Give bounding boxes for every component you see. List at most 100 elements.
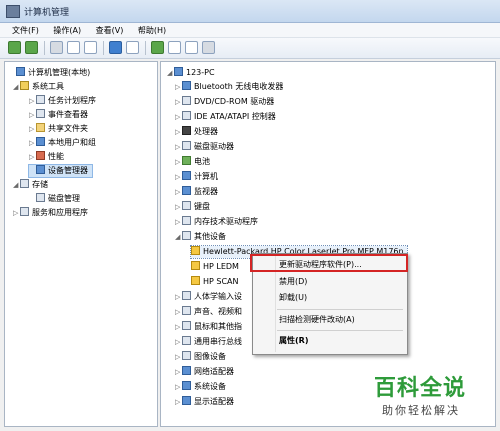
show-hide-tree-icon[interactable] <box>67 41 80 54</box>
device-category-other[interactable]: ◢ 其他设备 <box>175 231 226 243</box>
forward-arrow-icon[interactable] <box>25 41 38 54</box>
expander[interactable]: ▷ <box>29 123 36 135</box>
expander[interactable]: ▷ <box>29 109 36 121</box>
scan-hardware-icon[interactable] <box>151 41 164 54</box>
back-arrow-icon[interactable] <box>8 41 21 54</box>
expander[interactable]: ◢ <box>167 67 174 79</box>
menu-action[interactable]: 操作(A) <box>53 25 81 36</box>
computer-management-window: 计算机管理 文件(F) 操作(A) 查看(V) 帮助(H) 计算机管理(本地) … <box>0 0 500 431</box>
device-category[interactable]: ▷ IDE ATA/ATAPI 控制器 <box>175 111 276 123</box>
update-driver-icon[interactable] <box>168 41 181 54</box>
menu-view[interactable]: 查看(V) <box>96 25 124 36</box>
expander[interactable]: ▷ <box>175 111 182 123</box>
expander[interactable]: ▷ <box>175 321 182 333</box>
tree-item-label: 设备管理器 <box>48 166 88 175</box>
device-category[interactable]: ▷ 通用串行总线 <box>175 336 242 348</box>
system-device-icon <box>182 381 191 390</box>
device-label: 系统设备 <box>194 382 226 391</box>
menu-scan-hardware[interactable]: 扫描检测硬件改动(A) <box>253 313 407 327</box>
device-label: Bluetooth 无线电收发器 <box>194 82 284 91</box>
expander[interactable]: ▷ <box>29 151 36 163</box>
menu-disable[interactable]: 禁用(D) <box>253 275 407 289</box>
tree-item-device-manager[interactable]: 设备管理器 <box>28 164 93 178</box>
expander[interactable]: ▷ <box>175 396 182 408</box>
menu-uninstall[interactable]: 卸载(U) <box>253 291 407 305</box>
tree-item-label: 性能 <box>48 152 64 161</box>
expander[interactable]: ◢ <box>13 81 20 93</box>
computer-icon <box>16 67 25 76</box>
tree-item-storage[interactable]: ◢ 存储 <box>13 179 48 191</box>
expander[interactable]: ▷ <box>175 291 182 303</box>
device-category[interactable]: ▷ 显示适配器 <box>175 396 234 408</box>
tree-item-disk-management[interactable]: 磁盘管理 <box>29 193 80 205</box>
ide-icon <box>182 111 191 120</box>
expander[interactable]: ▷ <box>13 207 20 219</box>
device-category[interactable]: ▷ 鼠标和其他指 <box>175 321 242 333</box>
tree-item-label: 服务和应用程序 <box>32 208 88 217</box>
properties-icon[interactable] <box>84 41 97 54</box>
tree-item-system-tools[interactable]: ◢ 系统工具 <box>13 81 64 93</box>
expander[interactable]: ▷ <box>175 351 182 363</box>
expander[interactable]: ▷ <box>29 95 36 107</box>
device-label: 鼠标和其他指 <box>194 322 242 331</box>
menu-help[interactable]: 帮助(H) <box>138 25 166 36</box>
tree-item-performance[interactable]: ▷ 性能 <box>29 151 64 163</box>
tree-item-label: 系统工具 <box>32 82 64 91</box>
expander[interactable]: ▷ <box>175 171 182 183</box>
expander[interactable]: ▷ <box>175 216 182 228</box>
tree-item-task-scheduler[interactable]: ▷ 任务计划程序 <box>29 95 96 107</box>
computer-icon <box>182 171 191 180</box>
device-category[interactable]: ▷ 网络适配器 <box>175 366 234 378</box>
hid-icon <box>182 291 191 300</box>
expander[interactable]: ▷ <box>175 381 182 393</box>
title-bar[interactable]: 计算机管理 <box>0 0 500 23</box>
menu-bar: 文件(F) 操作(A) 查看(V) 帮助(H) <box>0 23 500 38</box>
expander[interactable]: ◢ <box>13 179 20 191</box>
tree-item-event-viewer[interactable]: ▷ 事件查看器 <box>29 109 88 121</box>
device-category[interactable]: ▷ 图像设备 <box>175 351 226 363</box>
tree-item-label: 共享文件夹 <box>48 124 88 133</box>
tree-item-shared-folders[interactable]: ▷ 共享文件夹 <box>29 123 88 135</box>
tree-item-local-users[interactable]: ▷ 本地用户和组 <box>29 137 96 149</box>
expander[interactable]: ▷ <box>175 201 182 213</box>
device-category[interactable]: ▷ 内存技术驱动程序 <box>175 216 258 228</box>
device-category[interactable]: ▷ 计算机 <box>175 171 218 183</box>
device-label: 123-PC <box>186 68 215 77</box>
device-hp-scan[interactable]: HP SCAN <box>191 276 239 288</box>
device-root[interactable]: ◢ 123-PC <box>167 67 215 79</box>
up-folder-icon[interactable] <box>50 41 63 54</box>
device-category[interactable]: ▷ 人体学输入设 <box>175 291 242 303</box>
toolbar-separator <box>145 41 146 55</box>
uninstall-device-icon[interactable] <box>202 41 215 54</box>
device-category[interactable]: ▷ 监视器 <box>175 186 218 198</box>
expander[interactable]: ▷ <box>175 306 182 318</box>
expander[interactable]: ▷ <box>175 186 182 198</box>
expander[interactable]: ◢ <box>175 231 182 243</box>
expander[interactable]: ▷ <box>175 156 182 168</box>
expander[interactable]: ▷ <box>29 137 36 149</box>
tree-item-label: 存储 <box>32 180 48 189</box>
device-category[interactable]: ▷ 处理器 <box>175 126 218 138</box>
expander[interactable]: ▷ <box>175 81 182 93</box>
disable-device-icon[interactable] <box>185 41 198 54</box>
help-icon[interactable] <box>109 41 122 54</box>
device-category[interactable]: ▷ 磁盘驱动器 <box>175 141 234 153</box>
device-category[interactable]: ▷ 系统设备 <box>175 381 226 393</box>
device-category[interactable]: ▷ DVD/CD-ROM 驱动器 <box>175 96 274 108</box>
services-icon <box>20 207 29 216</box>
view-icon[interactable] <box>126 41 139 54</box>
expander[interactable]: ▷ <box>175 336 182 348</box>
device-hp-ledm[interactable]: HP LEDM <box>191 261 239 273</box>
device-category[interactable]: ▷ Bluetooth 无线电收发器 <box>175 81 283 93</box>
menu-properties[interactable]: 属性(R) <box>253 334 407 348</box>
menu-file[interactable]: 文件(F) <box>12 25 39 36</box>
expander[interactable]: ▷ <box>175 366 182 378</box>
device-category[interactable]: ▷ 电池 <box>175 156 210 168</box>
device-category[interactable]: ▷ 声音、视频和 <box>175 306 242 318</box>
expander[interactable]: ▷ <box>175 141 182 153</box>
tree-item-services-apps[interactable]: ▷ 服务和应用程序 <box>13 207 88 219</box>
tree-item-computer-management[interactable]: 计算机管理(本地) <box>9 67 90 79</box>
device-category[interactable]: ▷ 键盘 <box>175 201 210 213</box>
expander[interactable]: ▷ <box>175 126 182 138</box>
expander[interactable]: ▷ <box>175 96 182 108</box>
